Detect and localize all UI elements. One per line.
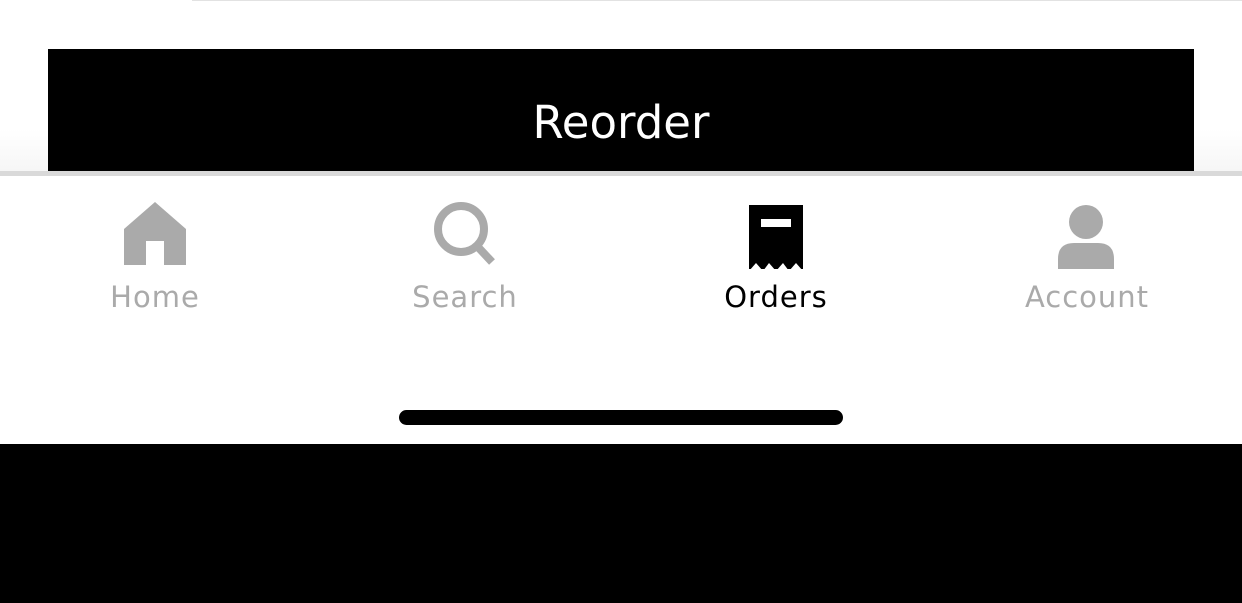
tab-home[interactable]: Home (0, 176, 310, 336)
divider (192, 0, 1242, 1)
tab-orders-label: Orders (724, 280, 828, 314)
tab-home-label: Home (110, 280, 200, 314)
search-icon (425, 199, 505, 269)
order-detail-content: Reorder (0, 0, 1242, 172)
reorder-button[interactable]: Reorder (48, 49, 1194, 172)
receipt-icon (736, 199, 816, 269)
person-icon (1047, 199, 1127, 269)
bottom-tab-bar: Home Search Orders Account (0, 171, 1242, 444)
tab-orders[interactable]: Orders (621, 176, 931, 336)
tab-search[interactable]: Search (310, 176, 620, 336)
tab-account[interactable]: Account (932, 176, 1242, 336)
reorder-button-label: Reorder (532, 96, 710, 149)
app-screen: Reorder Home Search Orders Account (0, 0, 1242, 444)
tab-search-label: Search (412, 280, 518, 314)
home-icon (115, 199, 195, 269)
home-indicator[interactable] (399, 410, 843, 425)
tab-account-label: Account (1024, 280, 1150, 314)
